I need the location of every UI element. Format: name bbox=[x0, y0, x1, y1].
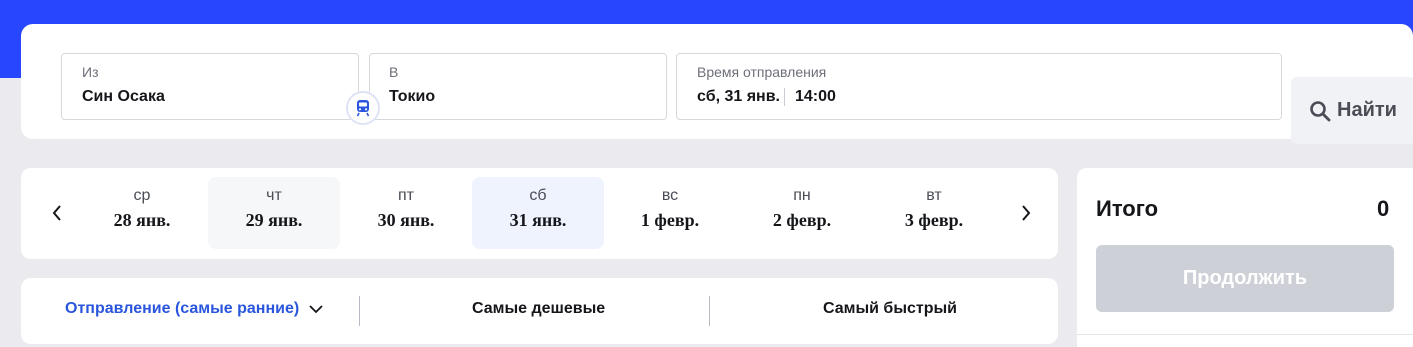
sort-departure-dropdown[interactable]: Отправление (самые ранние) bbox=[65, 300, 323, 318]
date-selector: ср 28 янв. чт 29 янв. пт 30 янв. сб 31 я… bbox=[21, 168, 1058, 259]
sort-bar: Отправление (самые ранние) Самые дешевые… bbox=[21, 278, 1058, 344]
order-summary: Итого 0 Продолжить bbox=[1077, 168, 1413, 347]
sort-divider bbox=[709, 296, 710, 326]
sort-cheapest-tab[interactable]: Самые дешевые bbox=[472, 300, 605, 318]
prev-dates-button[interactable] bbox=[47, 201, 67, 225]
weekday-label: чт bbox=[266, 187, 282, 204]
departure-hour[interactable]: 14:00 bbox=[795, 88, 836, 106]
weekday-label: пн bbox=[793, 187, 811, 204]
sort-departure-label: Отправление (самые ранние) bbox=[65, 300, 300, 317]
total-value: 0 bbox=[1377, 196, 1390, 221]
chevron-down-icon bbox=[309, 304, 323, 313]
swap-stations-button[interactable] bbox=[346, 91, 380, 125]
search-form: Из Син Осака В Токио Время отправления с… bbox=[21, 24, 1413, 144]
train-icon bbox=[356, 100, 370, 117]
date-option[interactable]: вт 3 февр. bbox=[868, 177, 1000, 249]
date-option[interactable]: вс 1 февр. bbox=[604, 177, 736, 249]
date-label: 30 янв. bbox=[377, 210, 435, 230]
total-label: Итого bbox=[1096, 196, 1159, 221]
continue-button[interactable]: Продолжить bbox=[1096, 245, 1394, 312]
date-option[interactable]: чт 29 янв. bbox=[208, 177, 340, 249]
date-option[interactable]: пт 30 янв. bbox=[340, 177, 472, 249]
chevron-left-icon bbox=[52, 205, 61, 221]
to-field[interactable]: В Токио bbox=[369, 53, 667, 120]
time-separator bbox=[784, 88, 785, 106]
to-value[interactable]: Токио bbox=[389, 88, 435, 106]
date-label: 3 февр. bbox=[904, 210, 964, 230]
to-label: В bbox=[389, 64, 399, 80]
date-option-selected[interactable]: сб 31 янв. bbox=[472, 177, 604, 249]
date-label: 1 февр. bbox=[640, 210, 700, 230]
chevron-right-icon bbox=[1022, 205, 1031, 221]
date-label: 2 февр. bbox=[772, 210, 832, 230]
date-option[interactable]: пн 2 февр. bbox=[736, 177, 868, 249]
sort-fastest-tab[interactable]: Самый быстрый bbox=[823, 300, 957, 318]
weekday-label: вс bbox=[661, 187, 679, 204]
weekday-label: ср bbox=[133, 187, 151, 204]
next-dates-button[interactable] bbox=[1016, 201, 1036, 225]
departure-time-field[interactable]: Время отправления сб, 31 янв. 14:00 bbox=[676, 53, 1282, 120]
weekday-label: вт bbox=[926, 187, 942, 204]
search-icon bbox=[1310, 100, 1331, 121]
from-label: Из bbox=[82, 64, 99, 80]
from-value[interactable]: Син Осака bbox=[82, 88, 165, 106]
date-label: 29 янв. bbox=[245, 210, 303, 230]
time-label: Время отправления bbox=[697, 64, 827, 80]
search-button-label: Найти bbox=[1337, 99, 1397, 121]
sort-divider bbox=[359, 296, 360, 326]
from-field[interactable]: Из Син Осака bbox=[61, 53, 359, 120]
departure-date[interactable]: сб, 31 янв. bbox=[697, 88, 780, 106]
weekday-label: пт bbox=[398, 187, 414, 204]
summary-divider bbox=[1077, 334, 1413, 335]
date-label: 28 янв. bbox=[113, 210, 171, 230]
weekday-label: сб bbox=[529, 187, 547, 204]
date-option[interactable]: ср 28 янв. bbox=[76, 177, 208, 249]
date-label: 31 янв. bbox=[509, 210, 567, 230]
search-button[interactable]: Найти bbox=[1291, 77, 1413, 144]
